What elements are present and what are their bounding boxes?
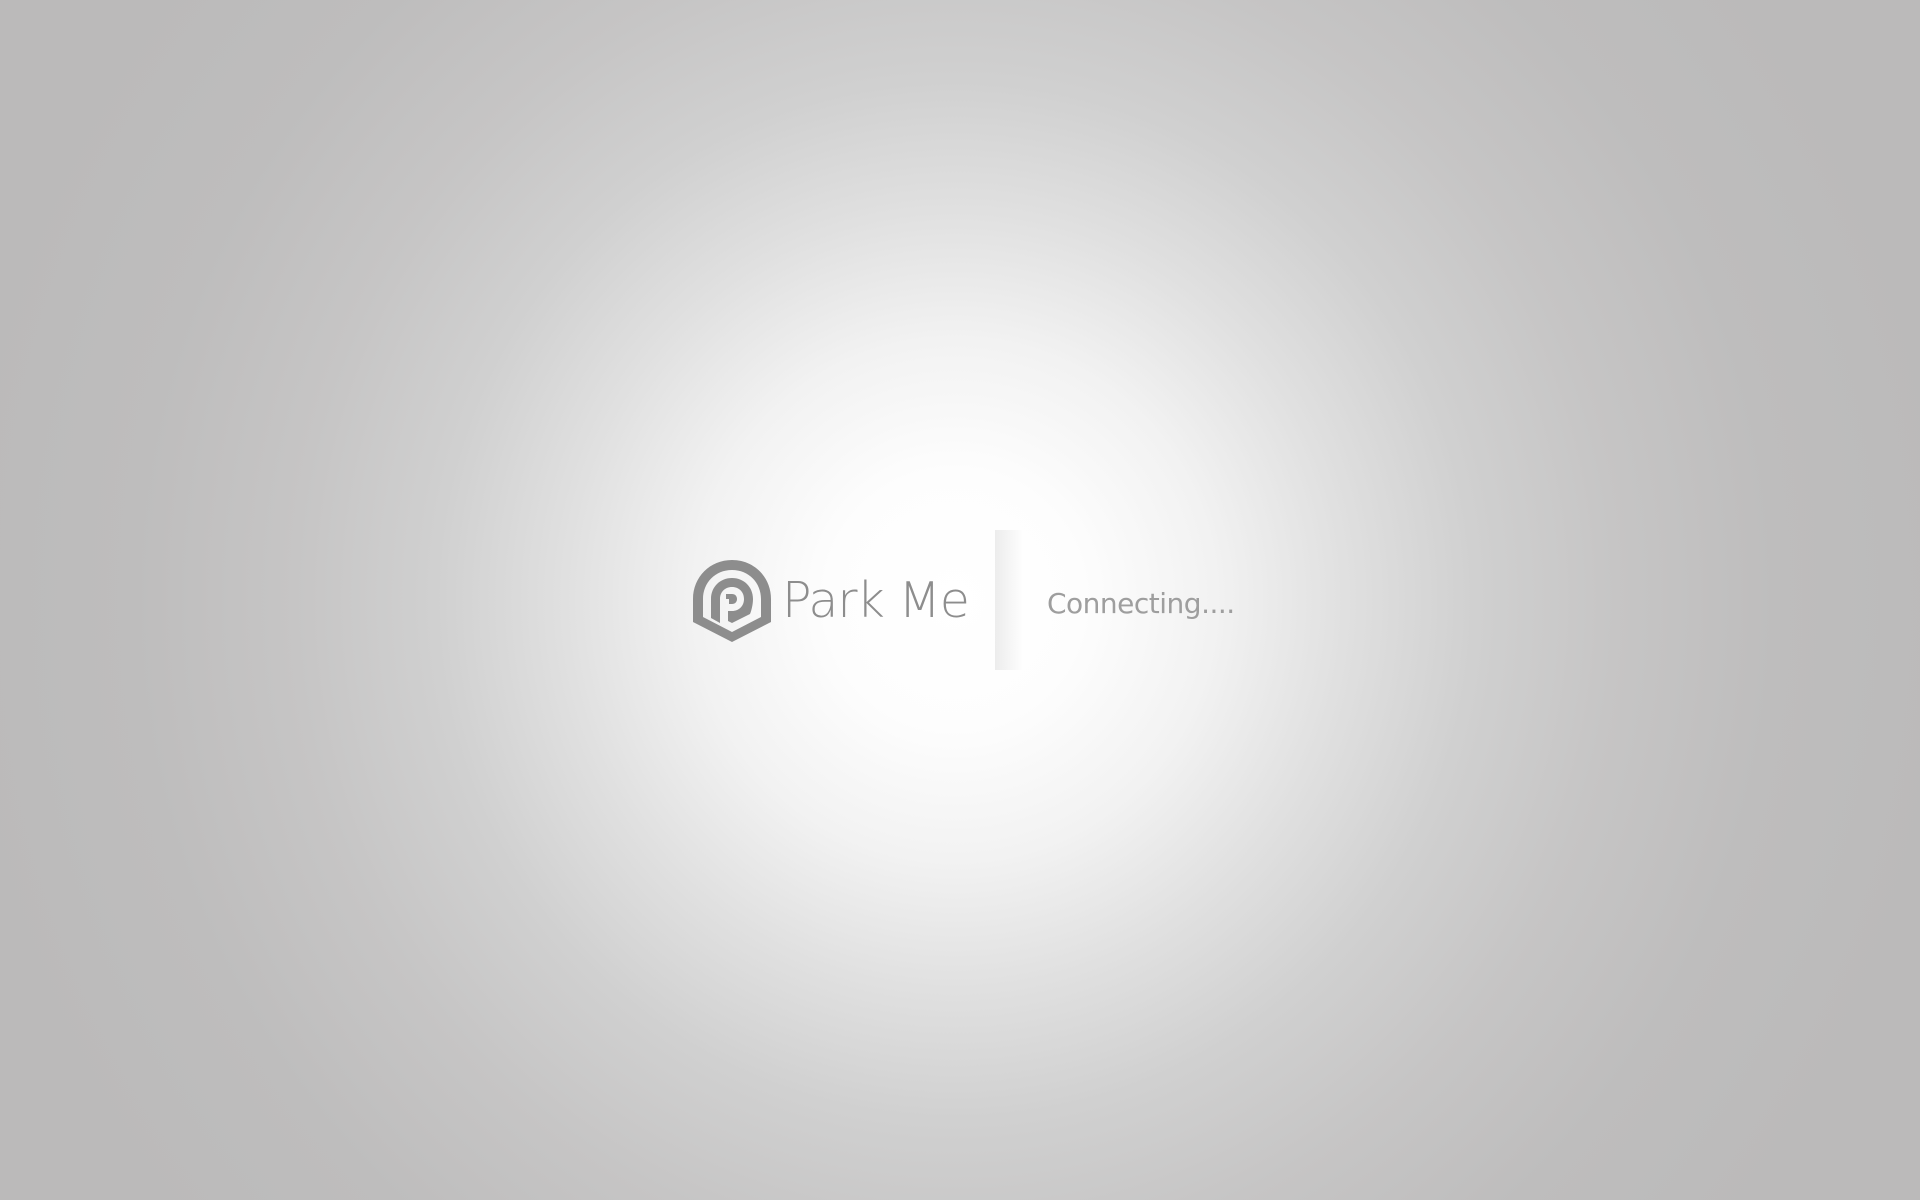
- divider: [995, 530, 1023, 670]
- parking-pin-icon: [693, 560, 771, 642]
- app-brand: Park Me: [690, 530, 995, 670]
- connection-status: Connecting....: [1047, 586, 1235, 620]
- splash-screen: Park Me Connecting....: [690, 530, 1250, 670]
- app-name: Park Me: [782, 571, 970, 629]
